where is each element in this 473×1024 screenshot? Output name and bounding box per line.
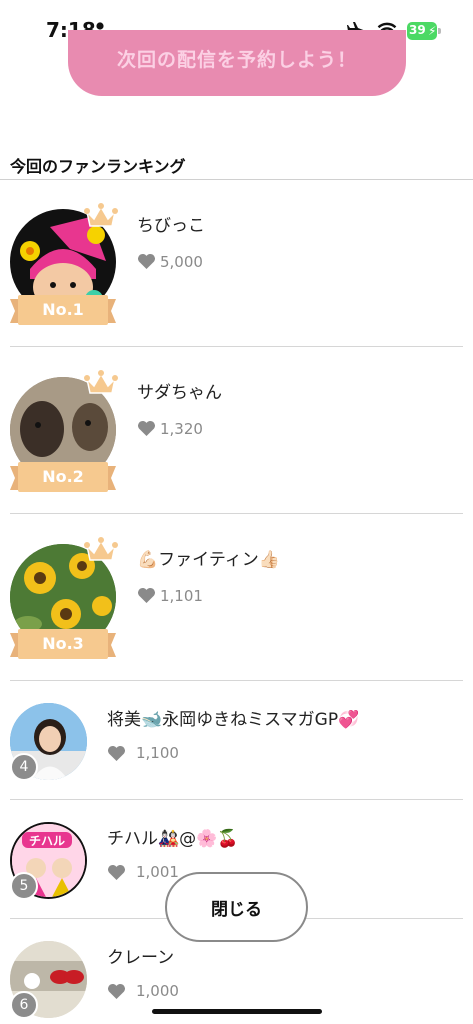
crown-icon — [84, 203, 118, 227]
rank-label: No.2 — [42, 467, 84, 486]
battery-indicator: 39 ⚡ — [407, 22, 441, 40]
avatar-text: チハル — [29, 834, 65, 848]
heart-icon — [138, 587, 155, 604]
heart-icon — [108, 864, 125, 881]
heart-icon — [108, 983, 125, 1000]
ranking-row-3[interactable]: No.3 💪🏻ファイティン👍🏻 1,101 — [0, 514, 473, 681]
fan-ranking-screen: 7:18 39 ⚡ 次回の配信を予約しよう！ 今回のファンランキング — [0, 0, 473, 1024]
rank-number-badge: 4 — [10, 753, 38, 781]
rank-label: No.3 — [42, 634, 84, 653]
ranking-row-1[interactable]: No.1 ちびっこ 5,000 — [0, 180, 473, 347]
home-indicator[interactable] — [152, 1009, 322, 1014]
heart-icon — [108, 745, 125, 762]
close-button[interactable]: 閉じる — [165, 872, 308, 942]
fan-name: クレーン — [107, 948, 175, 968]
section-title: 今回のファンランキング — [10, 157, 186, 176]
like-count: 1,001 — [136, 863, 179, 881]
reserve-next-stream-button[interactable]: 次回の配信を予約しよう！ — [68, 30, 406, 96]
like-count: 1,000 — [136, 982, 179, 1000]
rank-number-badge: 5 — [10, 872, 38, 900]
close-button-label: 閉じる — [211, 899, 262, 920]
like-count: 1,101 — [160, 587, 203, 605]
rank-label: No.1 — [42, 300, 84, 319]
fan-name: チハル🎎@🌸🍒 — [107, 829, 239, 849]
reserve-button-label: 次回の配信を予約しよう！ — [116, 49, 357, 71]
fan-name: 将美🐋永岡ゆきねミスマガGP💞 — [107, 710, 360, 730]
like-count: 1,320 — [160, 420, 203, 438]
rank-ribbon: No.3 — [10, 627, 116, 663]
crown-icon — [84, 537, 118, 561]
rank-number-badge: 6 — [10, 991, 38, 1019]
fan-name: サダちゃん — [137, 383, 222, 403]
ranking-row-4[interactable]: 4 将美🐋永岡ゆきねミスマガGP💞 1,100 — [0, 681, 473, 800]
crown-icon — [84, 370, 118, 394]
battery-level: 39 — [409, 23, 426, 37]
rank-ribbon: No.2 — [10, 460, 116, 496]
rank-ribbon: No.1 — [10, 293, 116, 329]
heart-icon — [138, 253, 155, 270]
like-count: 1,100 — [136, 744, 179, 762]
heart-icon — [138, 420, 155, 437]
like-count: 5,000 — [160, 253, 203, 271]
charging-bolt-icon: ⚡ — [428, 24, 437, 38]
fan-name: 💪🏻ファイティン👍🏻 — [137, 550, 280, 570]
ranking-row-2[interactable]: No.2 サダちゃん 1,320 — [0, 347, 473, 514]
fan-name: ちびっこ — [137, 216, 205, 236]
